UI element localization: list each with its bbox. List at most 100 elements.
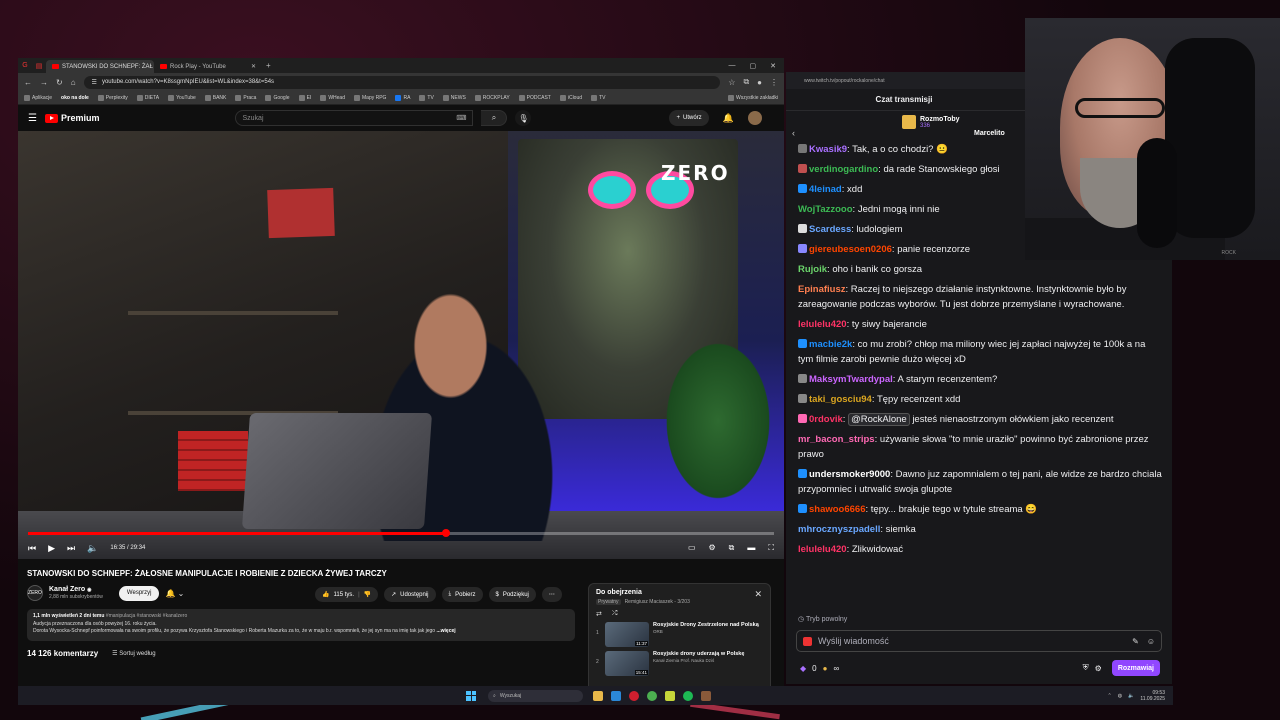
bookmark-item[interactable]: Aplikacje: [24, 94, 52, 101]
chat-username[interactable]: undersmoker9000: [809, 469, 890, 480]
user-badge-icon[interactable]: [798, 394, 807, 403]
channel-avatar[interactable]: ZERO: [27, 585, 43, 601]
home-icon[interactable]: ⌂: [71, 78, 76, 87]
chat-mention[interactable]: @RockAlone: [848, 413, 910, 426]
playlist-item[interactable]: 2 15:41 Rosyjskie drony uderzają w Polsk…: [596, 651, 763, 676]
shuffle-icon[interactable]: ⤮: [612, 610, 618, 618]
windows-start-icon[interactable]: [466, 690, 476, 701]
shield-icon[interactable]: ⛨: [1083, 663, 1089, 673]
tray-arrow-icon[interactable]: ⌃: [1108, 693, 1112, 699]
download-button[interactable]: ⤓ Pobierz: [441, 587, 483, 602]
user-badge-icon[interactable]: [798, 414, 807, 423]
chat-username[interactable]: macbie2k: [809, 339, 852, 350]
playlist-title[interactable]: Do obejrzenia: [596, 589, 763, 596]
bookmark-item[interactable]: RA: [395, 94, 410, 101]
chat-username[interactable]: verdinogardino: [809, 164, 878, 175]
search-input[interactable]: Szukaj ⌨: [235, 110, 474, 126]
chat-username[interactable]: 4leinad: [809, 184, 842, 195]
bits-icon[interactable]: ✎: [1132, 637, 1139, 646]
user-badge-icon[interactable]: [798, 469, 807, 478]
share-button[interactable]: ↗ Udostępnij: [384, 587, 436, 602]
close-playlist-icon[interactable]: ✕: [754, 589, 762, 600]
bookmark-item[interactable]: BANK: [204, 94, 226, 101]
channel-points-icon[interactable]: ●: [823, 664, 828, 673]
play-icon[interactable]: ▶: [48, 543, 55, 554]
thanks-button[interactable]: $ Podziękuj: [488, 587, 536, 602]
chat-username[interactable]: Scardess: [809, 224, 851, 235]
bookmark-item[interactable]: DIETA: [136, 94, 159, 101]
user-badge-icon[interactable]: [798, 374, 807, 383]
chat-username[interactable]: MaksymTwardypal: [809, 374, 893, 385]
chat-username[interactable]: giereubesoen0206: [809, 244, 892, 255]
file-explorer-icon[interactable]: [593, 690, 603, 701]
next-icon[interactable]: ⏭: [67, 543, 75, 554]
youtube-logo[interactable]: Premium: [44, 113, 99, 123]
bookmark-item[interactable]: oko na dole: [61, 95, 89, 101]
bookmark-item[interactable]: YouTube: [168, 94, 196, 101]
subtitles-icon[interactable]: ▭: [688, 543, 696, 553]
chat-username[interactable]: lelulelu420: [798, 319, 847, 330]
app-icon[interactable]: [701, 690, 711, 701]
bookmark-item[interactable]: TV: [591, 94, 605, 101]
clock[interactable]: 09:53 11.09.2025: [1140, 690, 1165, 702]
bookmark-item[interactable]: iCloud: [559, 94, 582, 101]
show-more-link[interactable]: ...więcej: [436, 628, 455, 634]
user-badge-icon[interactable]: [798, 144, 807, 153]
hamburger-menu-icon[interactable]: ☰: [28, 113, 37, 124]
back-icon[interactable]: ←: [24, 78, 32, 87]
create-button[interactable]: + Utwórz: [669, 110, 709, 126]
fullscreen-icon[interactable]: ⛶: [768, 543, 774, 553]
chat-username[interactable]: mhrocznyszpadell: [798, 524, 880, 535]
chrome-icon[interactable]: G: [20, 61, 30, 71]
bookmark-item[interactable]: EI: [298, 94, 311, 101]
user-badge-icon[interactable]: [798, 164, 807, 173]
minimize-icon[interactable]: —: [729, 62, 736, 70]
bookmark-item[interactable]: Mapy RPG: [354, 94, 386, 101]
chat-username[interactable]: taki_gosciu94: [809, 394, 872, 405]
bookmark-item[interactable]: ROCKPLAY: [474, 94, 510, 101]
volume-tray-icon[interactable]: 🔈: [1128, 693, 1134, 699]
chat-send-button[interactable]: Rozmawiaj: [1111, 660, 1160, 676]
taskbar-search[interactable]: ⌕ Wyszukaj: [488, 689, 583, 702]
thumbs-down-icon[interactable]: 👎: [364, 591, 371, 598]
sort-comments-button[interactable]: ☰ Sortuj według: [112, 650, 155, 657]
video-description[interactable]: 1,1 mln wyświetleń 2 dni temu #manipulac…: [27, 609, 575, 641]
chrome-icon[interactable]: [647, 690, 657, 701]
chat-username[interactable]: shawoo6666: [809, 504, 866, 515]
chat-settings-gear-icon[interactable]: ⚙: [1095, 664, 1102, 673]
loop-icon[interactable]: ⇄: [596, 610, 602, 618]
user-badge-icon[interactable]: [798, 184, 807, 193]
close-tab-icon[interactable]: ✕: [251, 63, 256, 70]
miniplayer-icon[interactable]: ⧉: [729, 543, 735, 553]
bookmark-item[interactable]: TV: [419, 94, 434, 101]
playlist-item[interactable]: 1 11:37 Rosyjskie Drony Zestrzelone nad …: [596, 622, 763, 647]
profile-icon[interactable]: ●: [757, 78, 762, 87]
user-badge-icon[interactable]: [798, 504, 807, 513]
chat-username[interactable]: Rujoik: [798, 264, 827, 275]
keyboard-icon[interactable]: ⌨: [456, 114, 466, 122]
chat-username[interactable]: Kwasik9: [809, 144, 847, 155]
spotify-icon[interactable]: [683, 690, 693, 701]
video-player[interactable]: ZERO ⏮ ▶ ⏭ 🔈 16:35 / 29:34 ▭ ⚙ ⧉ ▬ ⛶: [18, 131, 784, 559]
chat-username[interactable]: WojTazzooo: [798, 204, 853, 215]
channel-name[interactable]: Kanał Zero ◉: [49, 586, 103, 593]
all-bookmarks[interactable]: Wszystkie zakładki: [728, 94, 778, 101]
hype-gift-leader[interactable]: RozmoToby 336: [902, 115, 960, 129]
voice-search-button[interactable]: 🎙: [515, 110, 532, 126]
previous-icon[interactable]: ⏮: [28, 543, 36, 554]
notes-icon[interactable]: [665, 690, 675, 701]
bookmark-star-icon[interactable]: ☆: [728, 78, 735, 87]
chat-username[interactable]: Epinafiusz: [798, 284, 846, 295]
network-icon[interactable]: ◍: [1118, 693, 1122, 699]
bookmark-item[interactable]: Google: [265, 94, 290, 101]
video-progress-bar[interactable]: [28, 529, 774, 537]
user-badge-icon[interactable]: [798, 339, 807, 348]
bits-balance-icon[interactable]: ◆: [800, 664, 806, 673]
extensions-icon[interactable]: ⧉: [743, 77, 749, 87]
like-button[interactable]: 👍 115 tys. | 👎: [315, 587, 379, 602]
search-button[interactable]: ⌕: [481, 110, 508, 126]
account-avatar[interactable]: [747, 111, 762, 125]
forward-icon[interactable]: →: [40, 78, 48, 87]
bookmark-item[interactable]: WHead: [320, 94, 345, 101]
gift-leader-second[interactable]: Marcelito: [974, 130, 1005, 137]
